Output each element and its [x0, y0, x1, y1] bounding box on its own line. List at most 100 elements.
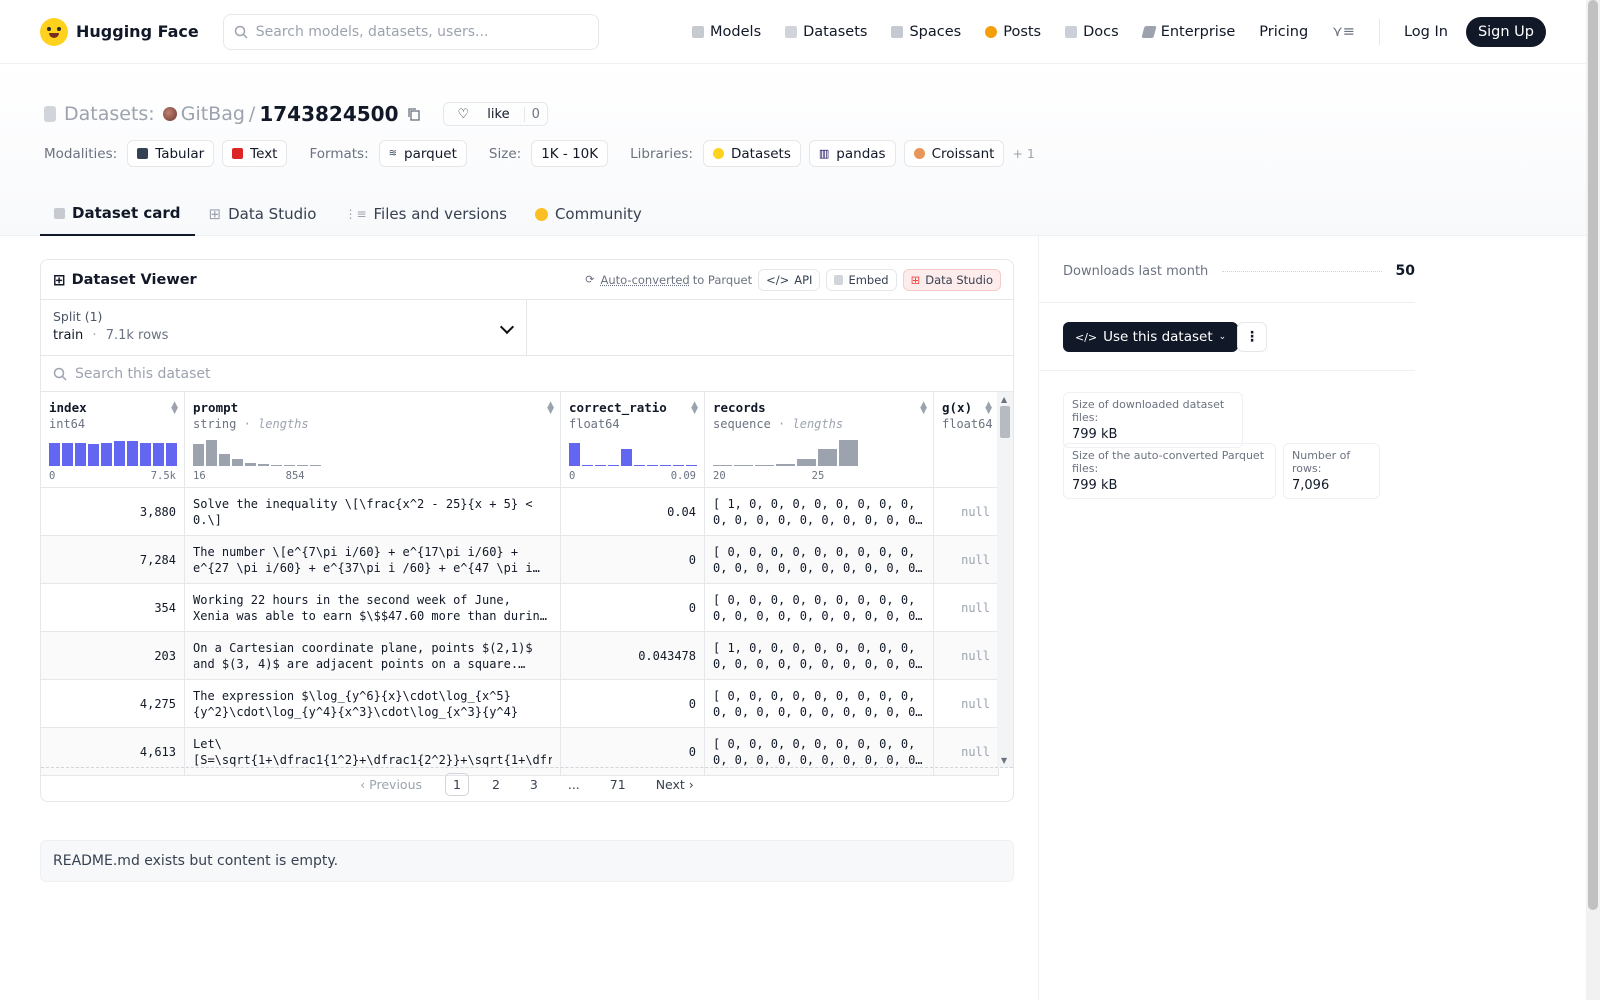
more-options-button[interactable]: ⋮ [1237, 322, 1267, 352]
cell-records[interactable]: [ 1, 0, 0, 0, 0, 0, 0, 0, 0, 0, 0, 0, 0,… [705, 632, 934, 680]
histogram-bar[interactable] [127, 441, 138, 466]
cell-correct-ratio[interactable]: 0.04 [561, 488, 705, 536]
column-histogram[interactable] [193, 440, 321, 466]
histogram-bar[interactable] [621, 449, 632, 466]
histogram-bar[interactable] [258, 464, 269, 466]
histogram-bar[interactable] [595, 465, 606, 466]
sort-icon[interactable]: ▲ ▼ [547, 401, 554, 416]
tab-dataset-card[interactable]: Dataset card [40, 192, 195, 236]
split-selector[interactable]: Split (1) train · 7.1k rows [41, 300, 527, 355]
histogram-bar[interactable] [310, 465, 321, 466]
cell-prompt[interactable]: The expression $\log_{y^6}{x}\cdot\log_{… [185, 680, 561, 728]
tab-data-studio[interactable]: ⊞ Data Studio [195, 192, 331, 236]
table-row[interactable]: 3,880 Solve the inequality \[\frac{x^2 - … [41, 488, 999, 536]
histogram-bar[interactable] [297, 465, 308, 466]
tag-pandas[interactable]: ▥ pandas [808, 140, 896, 167]
cell-correct-ratio[interactable]: 0.043478 [561, 632, 705, 680]
tab-community[interactable]: Community [521, 192, 656, 236]
tag-datasets-lib[interactable]: Datasets [702, 140, 801, 167]
cell-gx[interactable]: null [934, 632, 999, 680]
cell-index[interactable]: 7,284 [41, 536, 185, 584]
histogram-bar[interactable] [608, 465, 619, 466]
column-header[interactable]: prompt string · lengths ▲ ▼ 16 854 [185, 392, 561, 488]
histogram-bar[interactable] [49, 443, 60, 466]
histogram-bar[interactable] [582, 465, 593, 466]
histogram-bar[interactable] [114, 441, 125, 466]
nav-datasets[interactable]: Datasets [785, 24, 867, 40]
cell-gx[interactable]: null [934, 584, 999, 632]
page-scrollbar[interactable] [1586, 0, 1600, 1000]
histogram-bar[interactable] [284, 465, 295, 466]
cell-correct-ratio[interactable]: 0 [561, 584, 705, 632]
cell-prompt[interactable]: Solve the inequality \[\frac{x^2 - 25}{x… [185, 488, 561, 536]
sort-icon[interactable]: ▲ ▼ [691, 401, 698, 416]
histogram-bar[interactable] [166, 443, 177, 466]
dataset-search-input[interactable]: Search this dataset [41, 356, 1013, 392]
histogram-bar[interactable] [734, 465, 753, 466]
histogram-bar[interactable] [62, 443, 73, 466]
cell-index[interactable]: 4,275 [41, 680, 185, 728]
embed-button[interactable]: Embed [826, 268, 897, 291]
histogram-bar[interactable] [153, 443, 164, 466]
repo-name[interactable]: 1743824500 [259, 102, 398, 126]
brand-logo[interactable]: Hugging Face [40, 17, 199, 46]
cell-correct-ratio[interactable]: 0 [561, 680, 705, 728]
cell-records[interactable]: [ 0, 0, 0, 0, 0, 0, 0, 0, 0, 0, 0, 0, 0,… [705, 584, 934, 632]
tag-size[interactable]: 1K - 10K [531, 140, 609, 167]
tag-parquet[interactable]: ≋ parquet [378, 140, 467, 167]
histogram-bar[interactable] [88, 444, 99, 466]
global-search-input[interactable]: Search models, datasets, users... [222, 13, 599, 50]
nav-models[interactable]: Models [692, 24, 761, 40]
histogram-bar[interactable] [569, 443, 580, 466]
login-link[interactable]: Log In [1404, 24, 1448, 40]
signup-button[interactable]: Sign Up [1465, 16, 1546, 47]
column-header[interactable]: correct_ratio float64 ▲ ▼ 0 0.09 [561, 392, 705, 488]
histogram-bar[interactable] [818, 449, 837, 466]
cell-index[interactable]: 354 [41, 584, 185, 632]
histogram-bar[interactable] [797, 459, 816, 466]
cell-gx[interactable]: null [934, 536, 999, 584]
pager-page-3[interactable]: 3 [523, 774, 545, 795]
pager-page-2[interactable]: 2 [485, 774, 507, 795]
column-histogram[interactable] [569, 440, 697, 466]
grid-scrollbar[interactable]: ▲ ▼ [997, 392, 1013, 768]
cell-records[interactable]: [ 0, 0, 0, 0, 0, 0, 0, 0, 0, 0, 0, 0, 0,… [705, 680, 934, 728]
sort-icon[interactable]: ▲ ▼ [920, 401, 927, 416]
use-dataset-button[interactable]: </> Use this dataset ⌄ [1063, 322, 1239, 352]
like-button[interactable]: ♡ like 0 [442, 102, 548, 126]
histogram-bar[interactable] [647, 465, 658, 466]
scroll-down-icon[interactable]: ▼ [1001, 756, 1007, 765]
page-scroll-thumb[interactable] [1588, 0, 1598, 910]
histogram-bar[interactable] [776, 464, 795, 466]
pager-page-1[interactable]: 1 [445, 773, 469, 796]
nav-docs[interactable]: Docs [1065, 24, 1119, 40]
cell-records[interactable]: [ 1, 0, 0, 0, 0, 0, 0, 0, 0, 0, 0, 0, 0,… [705, 488, 934, 536]
copy-icon[interactable] [407, 107, 421, 121]
data-studio-button[interactable]: ⊞ Data Studio [902, 268, 1001, 291]
histogram-bar[interactable] [245, 463, 256, 466]
sort-icon[interactable]: ▲ ▼ [171, 401, 178, 416]
histogram-bar[interactable] [232, 459, 243, 466]
histogram-bar[interactable] [219, 454, 230, 466]
cell-gx[interactable]: null [934, 680, 999, 728]
table-row[interactable]: 203 On a Cartesian coordinate plane, poin… [41, 632, 999, 680]
cell-prompt[interactable]: On a Cartesian coordinate plane, points … [185, 632, 561, 680]
cell-records[interactable]: [ 0, 0, 0, 0, 0, 0, 0, 0, 0, 0, 0, 0, 0,… [705, 536, 934, 584]
table-row[interactable]: 7,284 The number \[e^{7\pi i/60} + e^{17\… [41, 536, 999, 584]
table-row[interactable]: 4,275 The expression $\log_{y^6}{x}\cdot\… [41, 680, 999, 728]
cell-correct-ratio[interactable]: 0 [561, 536, 705, 584]
tag-tabular[interactable]: Tabular [127, 140, 215, 167]
histogram-bar[interactable] [271, 465, 282, 466]
nav-spaces[interactable]: Spaces [891, 24, 961, 40]
column-histogram[interactable] [713, 440, 858, 466]
tab-files[interactable]: ⋮≡ Files and versions [330, 192, 521, 236]
histogram-bar[interactable] [673, 465, 684, 466]
pager-page-last[interactable]: 71 [603, 774, 633, 795]
histogram-bar[interactable] [193, 444, 204, 466]
pager-next[interactable]: Next › [649, 774, 701, 795]
pager-previous[interactable]: ‹ Previous [353, 774, 429, 795]
column-header[interactable]: g(x) float64 ▲ ▼ [934, 392, 999, 488]
histogram-bar[interactable] [839, 440, 858, 466]
cell-gx[interactable]: null [934, 488, 999, 536]
histogram-bar[interactable] [660, 465, 671, 466]
